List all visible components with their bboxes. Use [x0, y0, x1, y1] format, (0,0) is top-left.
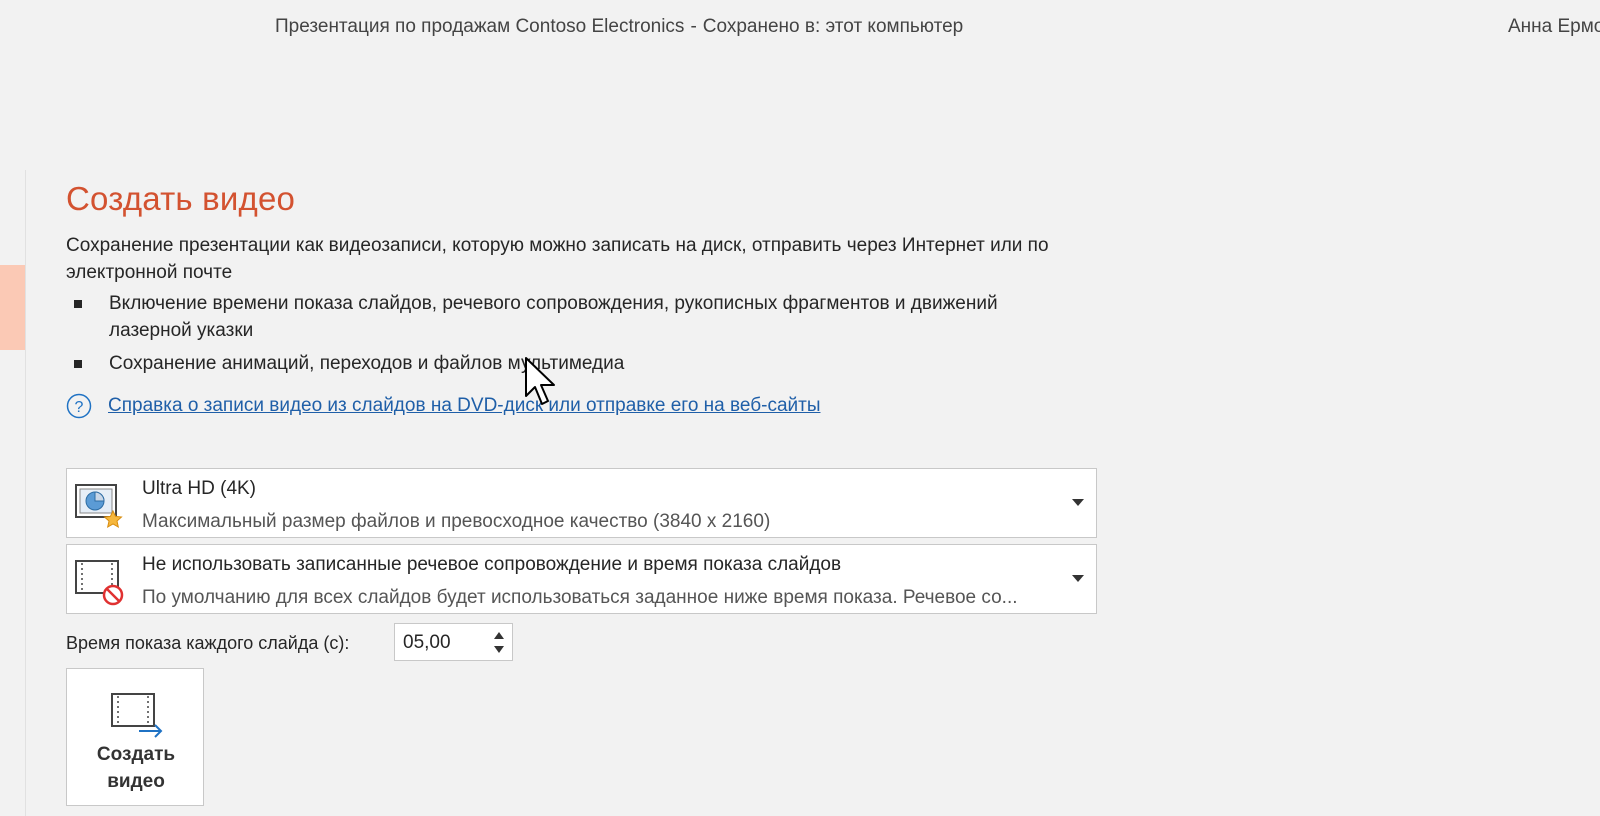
spin-up-icon[interactable] — [494, 632, 504, 639]
save-status: Сохранено в: этот компьютер — [702, 16, 964, 37]
filmstrip-no-icon — [75, 560, 124, 606]
document-name: Презентация по продажам Contoso Electron… — [275, 16, 685, 37]
document-title: Презентация по продажам Contoso Electron… — [275, 16, 963, 38]
narration-timing-dropdown[interactable]: Не использовать записанные речевое сопро… — [66, 544, 1097, 614]
video-quality-dropdown[interactable]: Ultra HD (4K) Максимальный размер файлов… — [66, 468, 1097, 538]
page-title: Создать видео — [66, 180, 296, 217]
backstage-nav-selected-item[interactable] — [0, 265, 25, 350]
bullet-square-icon — [74, 300, 82, 308]
help-link[interactable]: Справка о записи видео из слайдов на DVD… — [108, 395, 820, 417]
slide-time-label: Время показа каждого слайда (с): — [66, 633, 350, 653]
description-text: Сохранение презентации как видеозаписи, … — [66, 235, 1049, 283]
create-video-panel: Создать видео Сохранение презентации как… — [66, 170, 1166, 419]
create-video-label: Создать видео — [96, 744, 176, 792]
mouse-pointer-icon — [525, 357, 555, 405]
list-item: Сохранение анимаций, переходов и файлов … — [66, 350, 1054, 377]
list-item-text: Включение времени показа слайдов, речево… — [109, 293, 998, 341]
slide-time-stepper[interactable] — [394, 623, 513, 661]
spin-down-icon[interactable] — [494, 646, 504, 653]
narration-subtitle: По умолчанию для всех слайдов будет испо… — [142, 587, 1018, 608]
bullet-square-icon — [74, 360, 82, 368]
backstage-export-page: Презентация по продажам Contoso Electron… — [0, 0, 1600, 816]
title-bar: Презентация по продажам Contoso Electron… — [0, 0, 1600, 56]
presentation-quality-star-icon — [75, 484, 123, 528]
list-item: Включение времени показа слайдов, речево… — [66, 290, 1054, 344]
create-video-button[interactable]: Создать видео — [66, 668, 204, 806]
chevron-down-icon[interactable] — [1072, 575, 1084, 582]
account-name[interactable]: Анна Ермо — [1508, 16, 1600, 38]
slide-time-input[interactable] — [401, 630, 485, 656]
filmstrip-export-icon — [111, 693, 163, 738]
help-row: ? Справка о записи видео из слайдов на D… — [66, 393, 1166, 419]
feature-list: Включение времени показа слайдов, речево… — [66, 290, 1166, 377]
narration-title: Не использовать записанные речевое сопро… — [142, 554, 842, 575]
quality-title: Ultra HD (4K) — [142, 478, 257, 499]
question-icon: ? — [66, 393, 92, 419]
svg-text:?: ? — [75, 399, 84, 416]
chevron-down-icon[interactable] — [1072, 499, 1084, 506]
quality-subtitle: Максимальный размер файлов и превосходно… — [142, 511, 771, 532]
title-separator: - — [690, 16, 697, 37]
